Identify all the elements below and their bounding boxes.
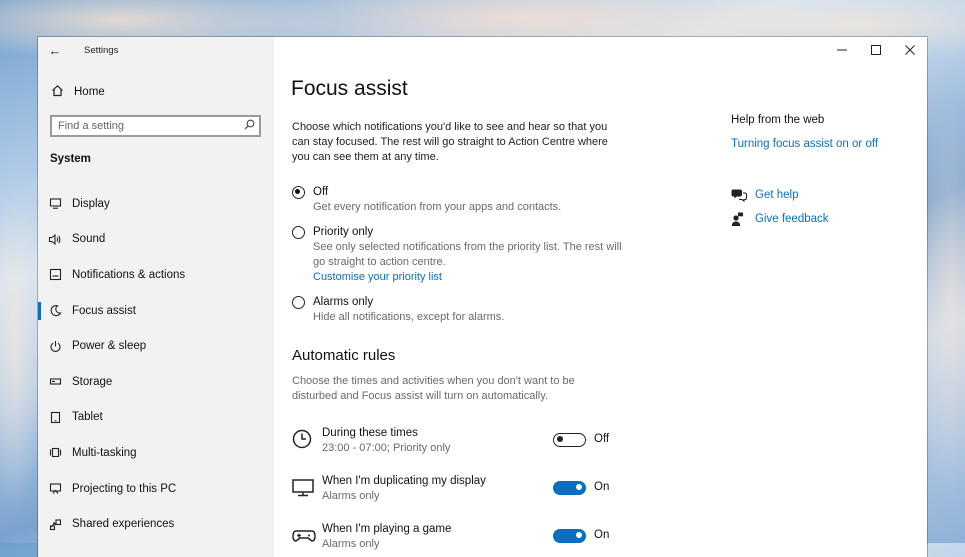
radio-alarms-only[interactable] [292, 296, 305, 309]
rule-subtitle: Alarms only [322, 538, 380, 550]
sidebar-item-label: Notifications & actions [72, 268, 186, 281]
sidebar-item-projecting[interactable]: Projecting to this PC [38, 471, 274, 507]
rule-toggle[interactable] [553, 481, 586, 495]
toggle-state-label: Off [594, 433, 610, 445]
clock-icon [292, 429, 314, 451]
projecting-icon [38, 482, 72, 495]
option-off[interactable]: Off Get every notification from your app… [292, 185, 632, 215]
settings-window: ← Settings Home System Display [38, 37, 927, 557]
focus-mode-radio-group: Off Get every notification from your app… [292, 185, 632, 325]
home-icon [40, 84, 74, 100]
tablet-icon [38, 411, 72, 424]
sidebar-item-notifications[interactable]: Notifications & actions [38, 257, 274, 293]
option-description: See only selected notifications from the… [313, 241, 622, 268]
option-alarms-only[interactable]: Alarms only Hide all notifications, exce… [292, 295, 632, 325]
monitor-icon [292, 477, 314, 499]
automatic-rules-description: Choose the times and activities when you… [292, 375, 575, 402]
sidebar-item-label: Multi-tasking [72, 446, 137, 459]
rule-toggle[interactable] [553, 433, 586, 447]
option-label: Alarms only [313, 296, 374, 308]
sidebar-item-multitasking[interactable]: Multi-tasking [38, 435, 274, 471]
sidebar-item-label: Focus assist [72, 304, 136, 317]
help-title: Help from the web [731, 114, 825, 126]
titlebar: ← Settings [38, 37, 274, 63]
customise-priority-link[interactable]: Customise your priority list [313, 270, 623, 285]
rule-title: When I'm duplicating my display [322, 475, 486, 487]
option-label: Off [313, 186, 329, 198]
give-feedback-label: Give feedback [755, 213, 829, 225]
chat-help-icon [731, 188, 748, 203]
home-nav-item[interactable]: Home [38, 79, 274, 105]
sidebar-item-label: Projecting to this PC [72, 482, 177, 495]
home-label: Home [74, 86, 105, 98]
rule-playing-game[interactable]: When I'm playing a game Alarms only On [292, 523, 612, 557]
sidebar-item-label: Power & sleep [72, 340, 147, 353]
main-content: Focus assist Choose which notifications … [274, 37, 927, 557]
maximize-icon [871, 45, 881, 55]
storage-icon [38, 375, 72, 388]
sidebar-item-focus-assist[interactable]: Focus assist [38, 293, 274, 329]
page-description: Choose which notifications you'd like to… [292, 121, 608, 163]
option-label: Priority only [313, 226, 374, 238]
get-help-link[interactable]: Get help [731, 188, 799, 203]
option-priority-only[interactable]: Priority only See only selected notifica… [292, 225, 632, 285]
sidebar-item-label: Shared experiences [72, 518, 175, 531]
search-box[interactable] [50, 115, 261, 137]
page-title: Focus assist [291, 77, 408, 100]
rule-during-times[interactable]: During these times 23:00 - 07:00; Priori… [292, 427, 612, 461]
radio-priority-only[interactable] [292, 226, 305, 239]
section-label-system: System [50, 153, 91, 165]
help-panel: Help from the web Turning focus assist o… [731, 114, 921, 226]
automatic-rules-heading: Automatic rules [292, 347, 396, 364]
maximize-button[interactable] [859, 37, 893, 63]
display-icon [38, 197, 72, 210]
notifications-icon [38, 268, 72, 281]
sidebar-item-power-sleep[interactable]: Power & sleep [38, 328, 274, 364]
sidebar-item-sound[interactable]: Sound [38, 222, 274, 258]
sidebar-item-shared-experiences[interactable]: Shared experiences [38, 506, 274, 542]
radio-off[interactable] [292, 186, 305, 199]
sidebar-item-tablet[interactable]: Tablet [38, 400, 274, 436]
rule-title: During these times [322, 427, 418, 439]
multitasking-icon [38, 446, 72, 459]
option-description: Get every notification from your apps an… [313, 201, 562, 213]
sidebar-item-label: Tablet [72, 411, 103, 424]
sidebar-item-label: Sound [72, 233, 106, 246]
rule-toggle[interactable] [553, 529, 586, 543]
sidebar-nav: Display Sound Notifications & actions Fo… [38, 186, 274, 542]
shared-icon [38, 518, 72, 531]
give-feedback-link[interactable]: Give feedback [731, 212, 829, 226]
sidebar-item-label: Storage [72, 375, 113, 388]
sidebar: ← Settings Home System Display [38, 37, 274, 557]
moon-icon [38, 304, 72, 317]
minimize-button[interactable] [825, 37, 859, 63]
close-button[interactable] [893, 37, 927, 63]
feedback-person-icon [731, 212, 747, 226]
help-link-focus-assist[interactable]: Turning focus assist on or off [731, 138, 921, 150]
window-controls [825, 37, 927, 63]
option-description: Hide all notifications, except for alarm… [313, 311, 505, 323]
toggle-state-label: On [594, 529, 610, 541]
search-input[interactable] [52, 119, 230, 133]
sidebar-item-label: Display [72, 197, 110, 210]
power-icon [38, 340, 72, 353]
sidebar-item-storage[interactable]: Storage [38, 364, 274, 400]
rule-subtitle: 23:00 - 07:00; Priority only [322, 442, 451, 454]
rule-subtitle: Alarms only [322, 490, 380, 502]
sidebar-item-display[interactable]: Display [38, 186, 274, 222]
rule-duplicating-display[interactable]: When I'm duplicating my display Alarms o… [292, 475, 612, 509]
search-icon[interactable] [239, 119, 259, 133]
rule-title: When I'm playing a game [322, 523, 452, 535]
gamepad-icon [292, 525, 316, 547]
back-button[interactable]: ← [38, 37, 72, 63]
close-icon [905, 45, 915, 55]
sound-icon [38, 233, 72, 246]
toggle-state-label: On [594, 481, 610, 493]
minimize-icon [837, 49, 847, 51]
app-title: Settings [84, 44, 119, 56]
get-help-label: Get help [755, 189, 799, 201]
